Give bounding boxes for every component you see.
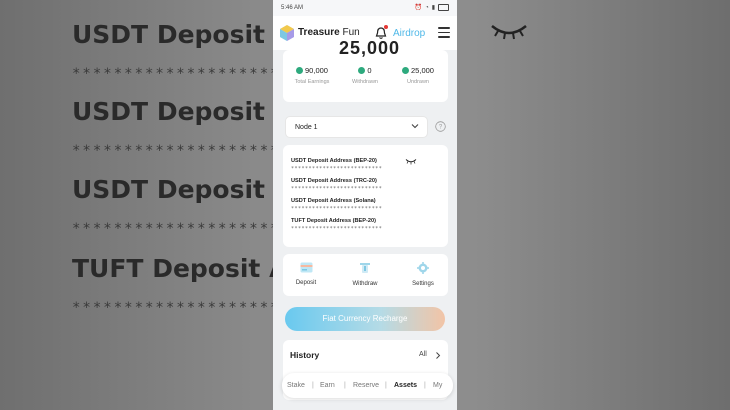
stat-value: 0 [367, 66, 372, 75]
nav-divider: | [424, 382, 426, 389]
stat-value: 25,000 [411, 66, 434, 75]
withdraw-button[interactable]: Withdraw [345, 262, 385, 287]
address-title: USDT Deposit Address (TRC-20) [291, 178, 377, 184]
battery-icon [438, 4, 449, 11]
address-title: TUFT Deposit Address (BEP-20) [291, 218, 376, 224]
address-row[interactable]: TUFT Deposit Address (BEP-20) **********… [291, 218, 382, 232]
stat-withdrawn: 0 Withdrawn [338, 66, 392, 85]
address-title: USDT Deposit Address (BEP-20) [291, 158, 377, 164]
address-masked: ************************** [291, 166, 383, 172]
tab-earn[interactable]: Earn [320, 382, 335, 389]
deposit-addresses-card: USDT Deposit Address (BEP-20) **********… [283, 145, 448, 247]
deposit-icon [300, 262, 312, 273]
stat-label: Undrawn [406, 79, 429, 85]
stat-label: Total Earnings [294, 79, 330, 85]
coin-icon [358, 67, 366, 74]
node-selected-value: Node 1 [295, 124, 318, 131]
bg-heading: TUFT Deposit Ad [72, 254, 307, 283]
deposit-button[interactable]: Deposit [286, 262, 326, 286]
address-masked: ************************** [291, 226, 383, 232]
chevron-down-icon [411, 124, 419, 129]
help-icon[interactable]: ? [435, 121, 446, 132]
address-masked: ************************** [291, 206, 383, 212]
fiat-recharge-button[interactable]: Fiat Currency Recharge [285, 307, 445, 331]
brand-name: Treasure Fun [298, 27, 360, 38]
eye-closed-icon[interactable] [405, 158, 417, 165]
history-title: History [290, 350, 320, 360]
address-row[interactable]: USDT Deposit Address (TRC-20) **********… [291, 178, 382, 192]
stat-label: Withdrawn [352, 79, 378, 85]
address-masked: ************************** [291, 186, 383, 192]
nav-divider: | [312, 382, 314, 389]
chevron-right-icon[interactable] [435, 352, 441, 359]
node-dropdown[interactable]: Node 1 [285, 116, 428, 138]
stat-value: 90,000 [305, 66, 328, 75]
phone-screen: 5:46 AM ⏰ ◔ ▮ Treasure Fun Airdrop 25,00… [273, 0, 457, 410]
svg-text:?: ? [439, 125, 443, 131]
withdraw-icon [360, 263, 370, 273]
balance-card: 25,000 90,000 Total Earnings 0 Withdrawn… [283, 38, 448, 102]
wifi-icon: ◔ [425, 4, 429, 11]
status-bar: 5:46 AM ⏰ ◔ ▮ [273, 0, 457, 16]
nav-divider: | [385, 382, 387, 389]
alarm-icon: ⏰ [414, 5, 423, 11]
tab-my[interactable]: My [433, 382, 442, 389]
brand-suffix: Fun [342, 27, 360, 38]
stat-undrawn: 25,000 Undrawn [391, 66, 445, 85]
settings-gear-icon [417, 262, 429, 274]
eye-closed-icon [491, 25, 527, 40]
address-title: USDT Deposit Address (Solana) [291, 198, 376, 204]
tab-stake[interactable]: Stake [287, 382, 305, 389]
deposit-label: Deposit [295, 280, 317, 286]
quick-actions-card: Deposit Withdraw Settings [283, 254, 448, 296]
address-row[interactable]: USDT Deposit Address (BEP-20) **********… [291, 158, 382, 172]
stat-total-earnings: 90,000 Total Earnings [285, 66, 339, 85]
signal-icon: ▮ [431, 5, 435, 11]
brand-main: Treasure [298, 27, 340, 38]
notification-badge [384, 25, 388, 29]
treasure-fun-logo-icon [280, 25, 294, 41]
settings-button[interactable]: Settings [403, 262, 443, 287]
tab-assets[interactable]: Assets [394, 382, 417, 389]
history-all-link[interactable]: All [419, 351, 427, 358]
address-row[interactable]: USDT Deposit Address (Solana) **********… [291, 198, 382, 212]
bottom-nav: Stake | Earn | Reserve | Assets | My [282, 373, 453, 398]
coin-icon [296, 67, 304, 74]
hamburger-menu-icon[interactable] [438, 27, 450, 38]
tab-reserve[interactable]: Reserve [353, 382, 379, 389]
coin-icon [402, 67, 410, 74]
settings-label: Settings [412, 281, 434, 287]
status-time: 5:46 AM [281, 5, 304, 11]
withdraw-label: Withdraw [352, 281, 378, 287]
nav-divider: | [344, 382, 346, 389]
balance-amount: 25,000 [339, 38, 401, 58]
